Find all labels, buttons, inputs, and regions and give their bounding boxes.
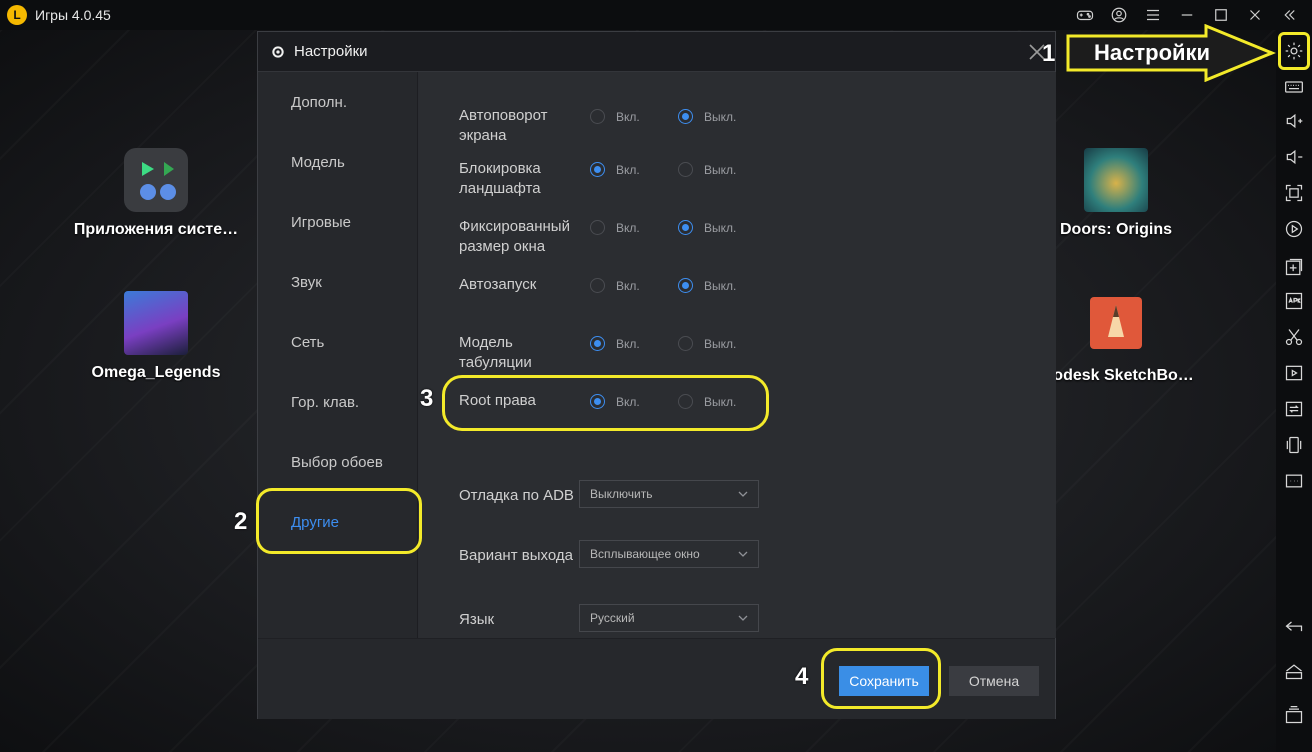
- radio-off-label: Выкл.: [704, 110, 737, 124]
- collapse-icon[interactable]: [1272, 0, 1306, 30]
- chevron-down-icon: [738, 551, 748, 557]
- more-icon[interactable]: [1283, 470, 1305, 492]
- option-label: Блокировка ландшафта: [459, 159, 541, 199]
- desktop-icon-omega-legends[interactable]: Omega_Legends: [71, 291, 241, 382]
- desktop-icon-label: Omega_Legends: [91, 364, 221, 381]
- step-number-1: 1: [1042, 40, 1056, 67]
- desktop-icon-autodesk-sketchbook[interactable]: utodesk SketchBo…: [1031, 297, 1201, 385]
- nav-item-wallpaper[interactable]: Выбор обоев: [291, 454, 383, 471]
- desktop-icon-system-apps[interactable]: Приложения систе…: [71, 148, 241, 239]
- radio-off-label: Выкл.: [704, 221, 737, 235]
- radio-off-label: Выкл.: [704, 279, 737, 293]
- exit-mode-value: Всплывающее окно: [590, 547, 700, 561]
- nav-item-extra[interactable]: Дополн.: [291, 94, 347, 111]
- language-value: Русский: [590, 611, 635, 625]
- option-label-line: Автоповорот: [459, 107, 548, 124]
- highlight-root-option: [442, 375, 769, 431]
- desktop-icon-label: Приложения систе…: [73, 221, 239, 238]
- home-icon[interactable]: [1283, 660, 1305, 682]
- nav-item-model[interactable]: Модель: [291, 154, 345, 171]
- fullscreen-icon[interactable]: [1283, 182, 1305, 204]
- option-label-line: Модель: [459, 334, 513, 351]
- media-icon[interactable]: [1283, 362, 1305, 384]
- volume-up-icon[interactable]: [1283, 110, 1305, 132]
- radio-off[interactable]: [678, 162, 693, 177]
- nav-item-sound[interactable]: Звук: [291, 274, 322, 291]
- recent-apps-icon[interactable]: [1283, 704, 1305, 726]
- sketchbook-icon: [1090, 297, 1142, 349]
- option-label-line: Блокировка: [459, 160, 541, 177]
- highlight-settings-icon: [1278, 32, 1310, 70]
- highlight-nav-other: [256, 488, 422, 554]
- volume-down-icon[interactable]: [1283, 146, 1305, 168]
- exit-mode-select[interactable]: Всплывающее окно: [579, 540, 759, 568]
- step-number-4: 4: [795, 663, 809, 690]
- radio-off-label: Выкл.: [704, 337, 737, 351]
- chevron-down-icon: [738, 491, 748, 497]
- system-apps-icon: [124, 148, 188, 212]
- omega-legends-icon: [124, 291, 188, 355]
- adb-debug-select[interactable]: Выключить: [579, 480, 759, 508]
- chevron-down-icon: [738, 615, 748, 621]
- desktop-icon-doors-origins[interactable]: Doors: Origins: [1031, 148, 1201, 239]
- radio-on[interactable]: [590, 336, 605, 351]
- option-label-line: экрана: [459, 127, 507, 144]
- radio-on[interactable]: [590, 278, 605, 293]
- option-label: Модель табуляции: [459, 333, 532, 373]
- adb-debug-value: Выключить: [590, 487, 653, 501]
- radio-on[interactable]: [590, 162, 605, 177]
- radio-on-label: Вкл.: [616, 110, 640, 124]
- step-number-3: 3: [420, 385, 434, 412]
- radio-off[interactable]: [678, 278, 693, 293]
- desktop-icon-label: Doors: Origins: [1059, 221, 1172, 238]
- step-number-2: 2: [234, 508, 248, 535]
- dialog-title: Настройки: [294, 43, 368, 60]
- highlight-save-button: [821, 648, 941, 709]
- apk-icon[interactable]: [1283, 290, 1305, 312]
- option-label-line: табуляции: [459, 354, 532, 371]
- option-label: Автозапуск: [459, 275, 536, 295]
- option-label-line: Фиксированный: [459, 218, 570, 235]
- radio-off[interactable]: [678, 336, 693, 351]
- radio-on-label: Вкл.: [616, 221, 640, 235]
- radio-off-label: Выкл.: [704, 163, 737, 177]
- callout-text: Настройки: [1094, 40, 1211, 65]
- nav-item-hotkeys[interactable]: Гор. клав.: [291, 394, 359, 411]
- radio-on-label: Вкл.: [616, 279, 640, 293]
- dialog-header: Настройки: [258, 32, 1055, 72]
- back-icon[interactable]: [1283, 616, 1305, 638]
- radio-on[interactable]: [590, 109, 605, 124]
- cut-icon[interactable]: [1283, 326, 1305, 348]
- option-label: Автоповорот экрана: [459, 106, 548, 146]
- exit-mode-label: Вариант выхода: [459, 547, 573, 564]
- language-select[interactable]: Русский: [579, 604, 759, 632]
- settings-gear-icon: [272, 45, 284, 58]
- desktop-icon-label: utodesk SketchBo…: [1038, 367, 1194, 384]
- nav-item-gaming[interactable]: Игровые: [291, 214, 351, 231]
- radio-off[interactable]: [678, 220, 693, 235]
- option-label-line: размер окна: [459, 238, 546, 255]
- app-title: Игры 4.0.45: [35, 7, 111, 23]
- settings-content: Автоповорот экрана Вкл. Выкл. Блокировка ланд…: [419, 72, 1056, 638]
- shake-icon[interactable]: [1283, 434, 1305, 456]
- radio-on[interactable]: [590, 220, 605, 235]
- radio-on-label: Вкл.: [616, 337, 640, 351]
- radio-on-label: Вкл.: [616, 163, 640, 177]
- nav-item-network[interactable]: Сеть: [291, 334, 324, 351]
- doors-origins-icon: [1084, 148, 1148, 212]
- language-label: Язык: [459, 611, 495, 628]
- option-label-line: ландшафта: [459, 180, 541, 197]
- option-label-line: Автозапуск: [459, 276, 537, 293]
- app-logo-icon: L: [7, 5, 27, 25]
- option-label: Фиксированный размер окна: [459, 217, 570, 257]
- right-toolbar: [1276, 30, 1312, 752]
- radio-off[interactable]: [678, 109, 693, 124]
- adb-debug-label: Отладка по ADB: [459, 487, 574, 504]
- keyboard-icon[interactable]: [1283, 76, 1305, 98]
- sync-icon[interactable]: [1283, 398, 1305, 420]
- record-icon[interactable]: [1283, 218, 1305, 240]
- cancel-button[interactable]: Отмена: [949, 666, 1039, 696]
- add-window-icon[interactable]: [1283, 256, 1305, 278]
